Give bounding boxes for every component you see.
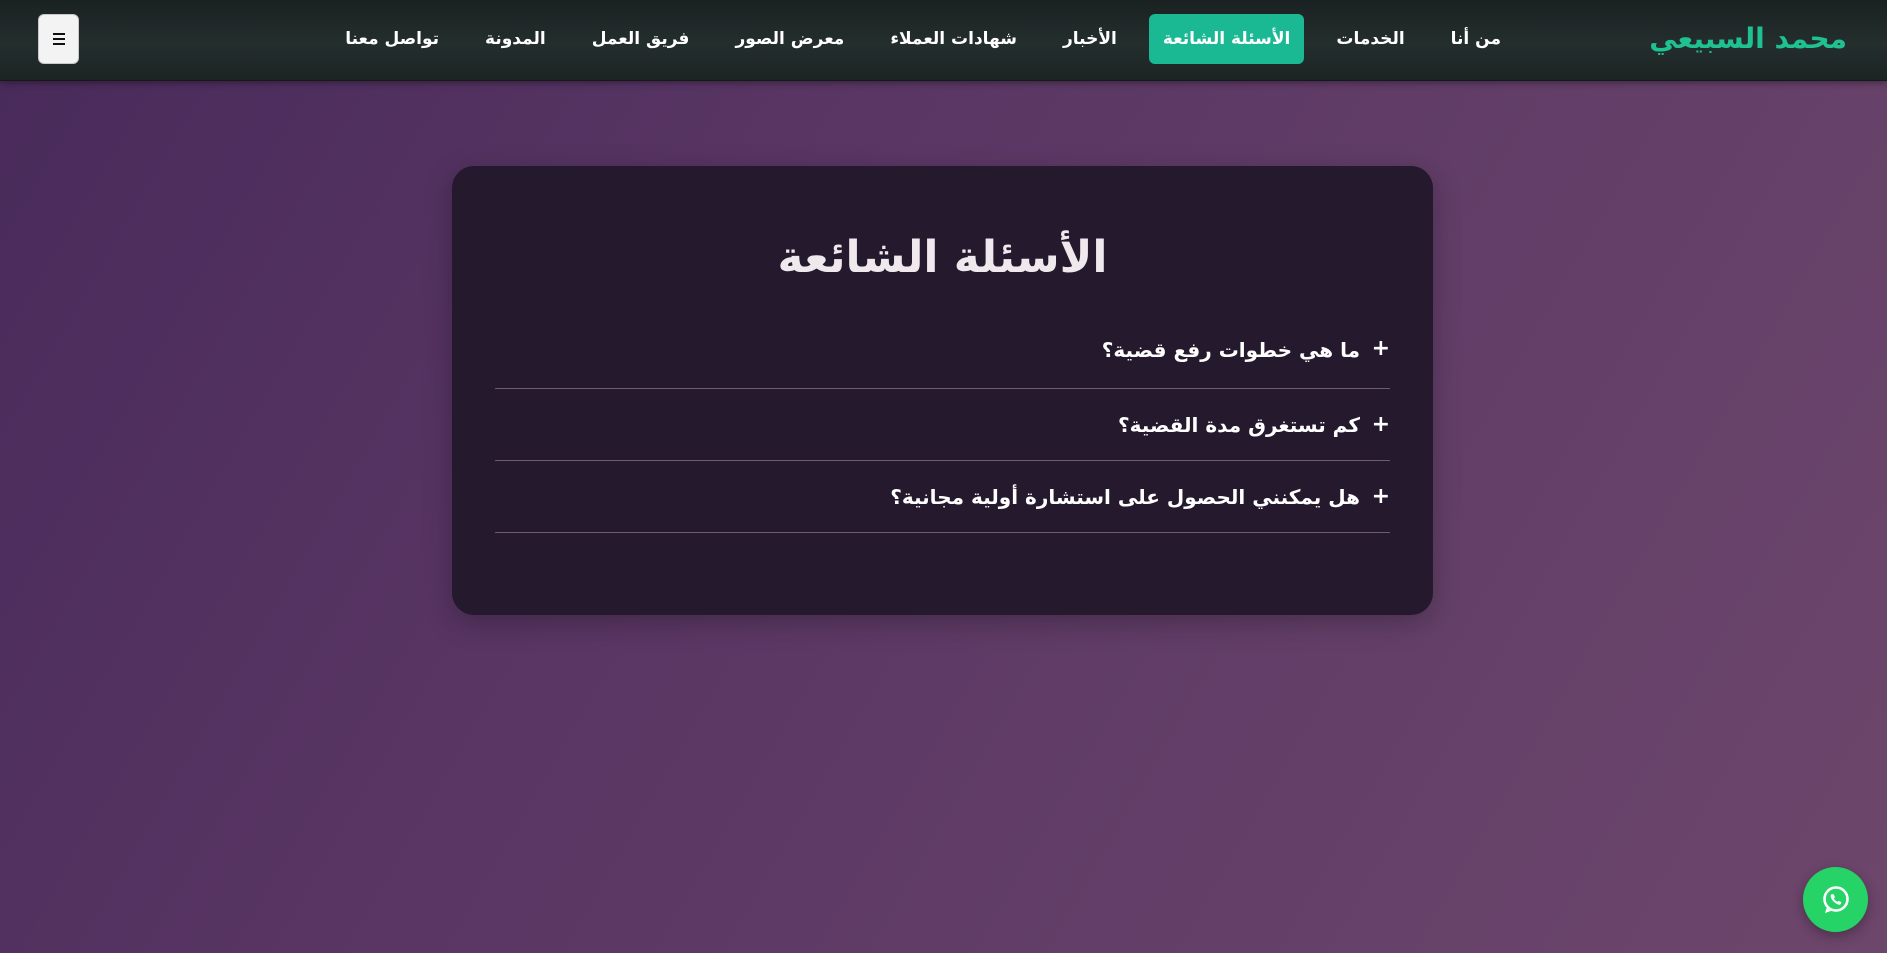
plus-icon: + [1371,336,1390,361]
menu-toggle-button[interactable] [38,14,79,64]
faq-title: الأسئلة الشائعة [777,232,1108,283]
faq-question: ما هي خطوات رفع قضية؟ [1101,338,1360,362]
nav-link-about[interactable]: من أنا [1437,14,1515,64]
faq-question: هل يمكنني الحصول على استشارة أولية مجاني… [890,484,1360,509]
faq-item[interactable]: + هل يمكنني الحصول على استشارة أولية مجا… [495,461,1390,533]
nav-link-faq[interactable]: الأسئلة الشائعة [1148,14,1305,64]
faq-item[interactable]: + ما هي خطوات رفع قضية؟ [495,325,1390,389]
hamburger-icon [52,33,65,45]
faq-list: + ما هي خطوات رفع قضية؟ + كم تستغرق مدة … [495,325,1390,533]
nav-link-contact[interactable]: تواصل معنا [331,14,453,64]
top-navbar: محمد السبيعي من أنا الخدمات الأسئلة الشا… [0,0,1887,81]
whatsapp-icon [1822,885,1849,913]
plus-icon: + [1371,483,1390,509]
brand-logo-text[interactable]: محمد السبيعي [1649,19,1847,59]
faq-question: كم تستغرق مدة القضية؟ [1118,412,1360,437]
nav-link-gallery[interactable]: معرض الصور [721,14,858,64]
faq-card: الأسئلة الشائعة + ما هي خطوات رفع قضية؟ … [452,166,1433,615]
nav-link-news[interactable]: الأخبار [1049,14,1131,64]
nav-link-team[interactable]: فريق العمل [578,14,704,64]
nav-link-blog[interactable]: المدونة [471,14,560,64]
nav-link-services[interactable]: الخدمات [1322,14,1418,64]
plus-icon: + [1371,411,1390,437]
faq-item[interactable]: + كم تستغرق مدة القضية؟ [495,389,1390,461]
whatsapp-button[interactable] [1803,867,1868,932]
main-nav: من أنا الخدمات الأسئلة الشائعة الأخبار ش… [331,14,1515,64]
nav-link-testimonials[interactable]: شهادات العملاء [876,14,1031,64]
